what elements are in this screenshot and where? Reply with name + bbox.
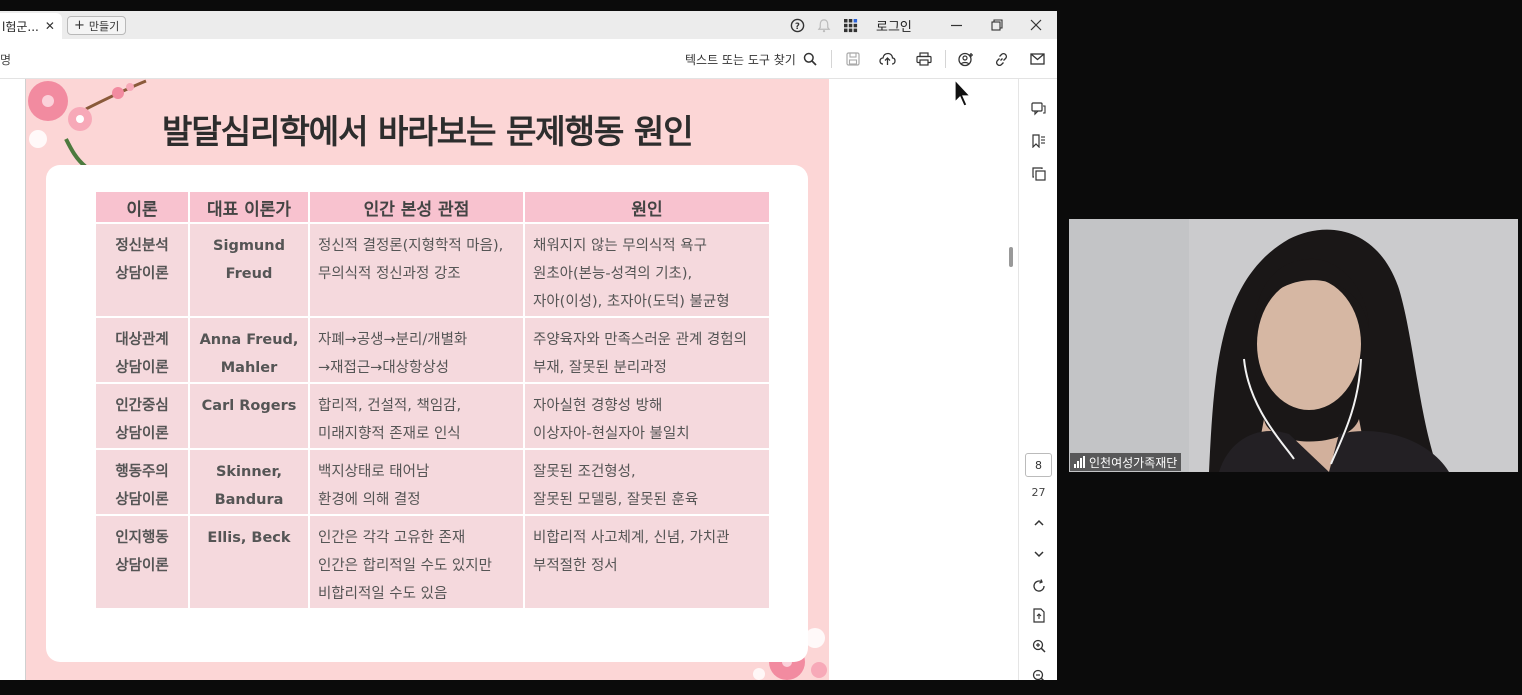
tab-title: l험군... (2, 19, 39, 34)
cell-theory: 인간중심 상담이론 (96, 384, 188, 448)
cell-theorist: Sigmund Freud (190, 224, 308, 316)
chevron-up-icon[interactable] (1019, 519, 1057, 527)
cell-view: 합리적, 건설적, 책임감, 미래지향적 존재로 인식 (310, 384, 523, 448)
cell-theory: 행동주의 상담이론 (96, 450, 188, 514)
svg-text:?: ? (795, 20, 800, 30)
table-row: 행동주의 상담이론 Skinner, Bandura 백지상태로 태어남 환경에 의해… (96, 450, 769, 514)
apps-grid-icon[interactable] (843, 11, 858, 39)
participant-video-feed (1069, 219, 1518, 472)
mail-icon[interactable] (1030, 39, 1045, 79)
table-row: 대상관계 상담이론 Anna Freud, Mahler 자폐→공생→분리/개별화 →… (96, 318, 769, 382)
add-user-icon[interactable] (958, 39, 974, 79)
theory-table: 이론 대표 이론가 인간 본성 관점 원인 정신분석 상담이론 Sigmund Fr… (94, 190, 771, 610)
participant-name: 인천여성가족재단 (1089, 455, 1178, 470)
table-row: 정신분석 상담이론 Sigmund Freud 정신적 결정론(지형학적 마음), 무… (96, 224, 769, 316)
screen: l험군... ✕ + 만들기 ? 로그인 명 텍스트 또는 도구 찾기 발달심리… (0, 0, 1522, 695)
comment-icon[interactable] (1019, 102, 1057, 116)
pdf-viewer-window: l험군... ✕ + 만들기 ? 로그인 명 텍스트 또는 도구 찾기 발달심리… (0, 11, 1057, 680)
header-cause: 원인 (525, 192, 769, 222)
new-tab-label: 만들기 (88, 19, 120, 33)
table-row: 인지행동 상담이론 Ellis, Beck 인간은 각각 고유한 존재 인간은 합리… (96, 516, 769, 608)
header-view: 인간 본성 관점 (310, 192, 523, 222)
bookmark-icon[interactable] (1019, 134, 1057, 148)
cell-theory: 정신분석 상담이론 (96, 224, 188, 316)
upload-cloud-icon[interactable] (879, 39, 896, 79)
cell-cause: 잘못된 조건형성, 잘못된 모델링, 잘못된 훈육 (525, 450, 769, 514)
zoom-in-icon[interactable] (1019, 639, 1057, 653)
copy-pages-icon[interactable] (1019, 167, 1057, 181)
total-pages: 27 (1031, 486, 1046, 499)
table-row: 인간중심 상담이론 Carl Rogers 합리적, 건설적, 책임감, 미래지향적… (96, 384, 769, 448)
close-window-icon[interactable] (1030, 11, 1042, 39)
cell-view: 정신적 결정론(지형학적 마음), 무의식적 정신과정 강조 (310, 224, 523, 316)
current-page-input[interactable]: 8 (1025, 453, 1052, 477)
restore-icon[interactable] (991, 11, 1003, 39)
cell-theorist: Carl Rogers (190, 384, 308, 448)
cell-theorist: Skinner, Bandura (190, 450, 308, 514)
cell-cause: 주양육자와 만족스러운 관계 경험의 부재, 잘못된 분리과정 (525, 318, 769, 382)
link-icon[interactable] (994, 39, 1009, 79)
cell-cause: 비합리적 사고체계, 신념, 가치관 부적절한 정서 (525, 516, 769, 608)
table-header-row: 이론 대표 이론가 인간 본성 관점 원인 (96, 192, 769, 222)
new-tab-button[interactable]: + 만들기 (67, 16, 127, 35)
right-side-panel: 8 27 (1018, 79, 1057, 680)
page-fit-icon[interactable] (1019, 608, 1057, 623)
plus-icon: + (74, 18, 85, 33)
cell-theorist: Ellis, Beck (190, 516, 308, 608)
signal-strength-icon (1074, 456, 1085, 468)
bell-icon[interactable] (817, 11, 831, 39)
tab-close-icon[interactable]: ✕ (45, 19, 55, 33)
search-icon (803, 52, 817, 66)
login-button[interactable]: 로그인 (876, 11, 912, 39)
header-theorist: 대표 이론가 (190, 192, 308, 222)
cell-cause: 채워지지 않는 무의식적 욕구 원초아(본능-성격의 기초), 자아(이성), 초자… (525, 224, 769, 316)
pdf-page-slide: 발달심리학에서 바라보는 문제행동 원인 이론 대표 이론가 인간 본성 관점 … (26, 79, 829, 680)
help-icon[interactable]: ? (790, 11, 805, 39)
scrollbar-handle[interactable] (1009, 247, 1013, 267)
mouse-cursor-icon (954, 79, 972, 107)
cell-view: 자폐→공생→분리/개별화 →재접근→대상항상성 (310, 318, 523, 382)
header-theory: 이론 (96, 192, 188, 222)
chevron-down-icon[interactable] (1019, 550, 1057, 558)
zoom-out-icon[interactable] (1019, 669, 1057, 680)
browser-tab[interactable]: l험군... ✕ (0, 13, 62, 39)
save-icon[interactable] (846, 39, 860, 79)
cell-cause: 자아실현 경향성 방해 이상자아-현실자아 불일치 (525, 384, 769, 448)
rotate-icon[interactable] (1019, 579, 1057, 593)
tab-bar: l험군... ✕ + 만들기 ? 로그인 (0, 11, 1057, 39)
print-icon[interactable] (916, 39, 932, 79)
participant-video-tile[interactable]: 인천여성가족재단 (1069, 219, 1518, 472)
participant-name-label: 인천여성가족재단 (1070, 453, 1182, 471)
cell-theorist: Anna Freud, Mahler (190, 318, 308, 382)
pdf-toolbar: 명 텍스트 또는 도구 찾기 (0, 39, 1057, 79)
cell-theory: 인지행동 상담이론 (96, 516, 188, 608)
cell-theory: 대상관계 상담이론 (96, 318, 188, 382)
cell-view: 백지상태로 태어남 환경에 의해 결정 (310, 450, 523, 514)
slide-title: 발달심리학에서 바라보는 문제행동 원인 (162, 112, 694, 151)
minimize-icon[interactable] (950, 11, 963, 39)
toolbar-left-text: 명 (0, 52, 12, 67)
document-area[interactable]: 발달심리학에서 바라보는 문제행동 원인 이론 대표 이론가 인간 본성 관점 … (0, 79, 1057, 680)
search-tools-label: 텍스트 또는 도구 찾기 (685, 52, 796, 67)
search-tools-button[interactable]: 텍스트 또는 도구 찾기 (685, 39, 817, 79)
cell-view: 인간은 각각 고유한 존재 인간은 합리적일 수도 있지만 비합리적일 수도 있음 (310, 516, 523, 608)
